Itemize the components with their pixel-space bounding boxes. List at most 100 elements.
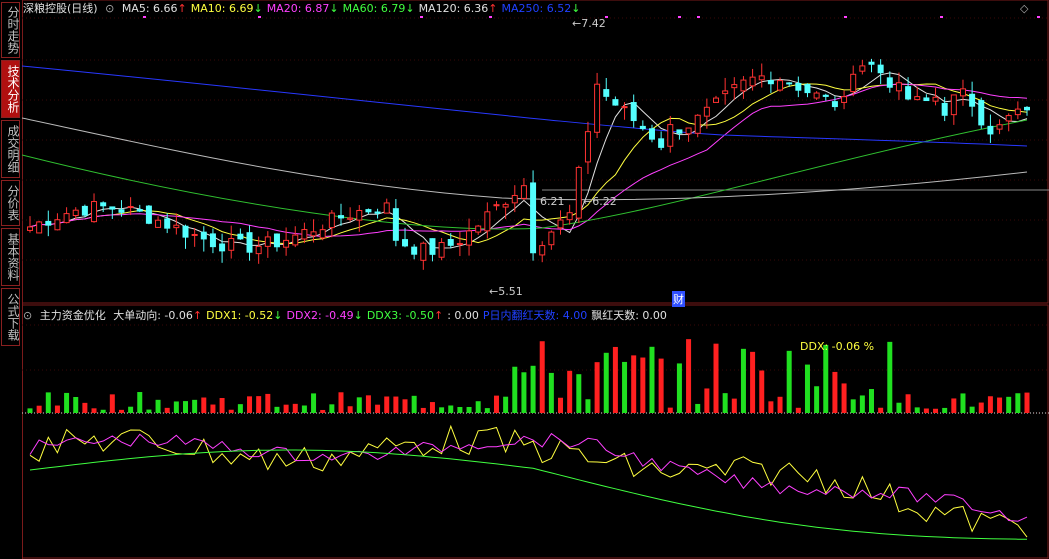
candle-body-34 — [337, 215, 344, 219]
ddx1-line — [29, 424, 1028, 538]
ddx-bar-97 — [914, 407, 920, 413]
candle-body-70 — [667, 124, 674, 147]
ddx-bar-11 — [128, 406, 134, 413]
candle-body-71 — [676, 129, 683, 134]
candle-body-50 — [484, 211, 491, 232]
event-marker-3 — [489, 16, 492, 18]
candle-body-96 — [905, 86, 912, 100]
candle-body-107 — [1005, 115, 1012, 122]
ma20-line — [29, 83, 1028, 238]
candle-body-80 — [758, 75, 765, 81]
stock-title: 深粮控股(日线) — [23, 2, 98, 15]
ddx-legend-3-arrow: ↑ — [433, 309, 444, 322]
ddx-bar-50 — [484, 408, 490, 413]
ddx-bar-98 — [923, 408, 929, 413]
candle-body-63 — [603, 89, 610, 97]
candle-body-97 — [914, 96, 921, 101]
ddx-bar-52 — [503, 396, 509, 413]
indicator-title: 主力资金优化 — [39, 309, 106, 322]
candle-body-99 — [932, 96, 939, 102]
candle-body-45 — [438, 242, 445, 258]
ddx-bar-47 — [457, 407, 463, 413]
candle-body-82 — [777, 80, 784, 91]
candle-body-87 — [822, 94, 829, 97]
candle-body-44 — [429, 238, 436, 255]
candle-body-6 — [81, 205, 88, 216]
tab-price-table-label: 分价表 — [6, 185, 20, 221]
candle-body-40 — [392, 208, 399, 241]
ddx-bar-90 — [850, 399, 856, 413]
candle-body-4 — [63, 213, 70, 224]
ddx-bar-45 — [439, 407, 445, 413]
ddx-bar-95 — [896, 402, 902, 413]
ddx-bar-35 — [347, 406, 353, 413]
candle-body-39 — [383, 202, 390, 214]
tab-intraday-label: 分时走势 — [6, 6, 20, 54]
candle-body-56 — [539, 245, 546, 256]
indicator-dropdown-icon[interactable]: ⊙ — [23, 308, 32, 323]
candle-body-24 — [246, 232, 253, 253]
tab-price-table[interactable]: 分价表 — [1, 180, 20, 226]
candle-body-25 — [255, 245, 262, 255]
ma-legend-4-value: MA120: 6.36 — [418, 2, 489, 15]
mid-price-b-value: 6.22 — [592, 195, 617, 208]
ddx-legend-1-arrow: ↓ — [273, 309, 283, 322]
ddx-bar-72 — [686, 339, 692, 413]
ddx-bar-86 — [814, 386, 820, 413]
ddx-bar-61 — [585, 399, 591, 413]
candle-body-38 — [374, 211, 381, 214]
candle-body-67 — [639, 125, 646, 130]
candle-body-84 — [795, 82, 802, 91]
ddx-bar-30 — [301, 405, 307, 413]
financial-report-marker[interactable]: 财 — [672, 291, 685, 307]
ddx-bar-56 — [539, 341, 545, 413]
ddx-bar-59 — [567, 370, 573, 413]
ddx-bar-46 — [448, 405, 454, 413]
indicator-header: ⊙ 主力资金优化 大单动向: -0.06↑ DDX1: -0.52↓ DDX2: -… — [23, 308, 671, 323]
candle-body-3 — [54, 219, 61, 231]
ddx-bar-16 — [173, 401, 179, 413]
ddx-bar-103 — [969, 406, 975, 413]
tab-formula[interactable]: 公式下载 — [1, 288, 20, 346]
candle-body-36 — [356, 209, 363, 221]
ddx-bar-94 — [887, 341, 893, 413]
ddx-bar-10 — [118, 409, 124, 413]
diamond-icon[interactable]: ◇ — [1020, 2, 1028, 15]
candle-body-106 — [996, 124, 1003, 130]
ddx-bar-106 — [997, 397, 1003, 413]
ddx-bar-6 — [82, 402, 88, 413]
ddx-bar-20 — [210, 404, 216, 413]
ma60-line — [22, 119, 1028, 230]
candle-body-8 — [100, 202, 107, 207]
tab-trades[interactable]: 成交明细 — [1, 120, 20, 178]
candle-body-79 — [749, 76, 756, 87]
ddx-bar-68 — [649, 346, 655, 413]
ddx-bar-70 — [667, 407, 673, 413]
candle-body-22 — [228, 238, 235, 251]
tab-intraday[interactable]: 分时走势 — [1, 2, 20, 58]
ddx-bar-84 — [795, 407, 801, 413]
tab-profile[interactable]: 基本资料 — [1, 228, 20, 286]
dropdown-icon[interactable]: ⊙ — [105, 1, 114, 16]
ddx-bar-series — [27, 339, 1030, 413]
ddx-bar-104 — [978, 402, 984, 413]
candle-body-90 — [850, 73, 857, 93]
ddx-bar-88 — [832, 371, 838, 413]
high-price-label: ←7.42 — [572, 17, 606, 30]
candle-body-10 — [118, 209, 125, 213]
ddx-bar-14 — [155, 399, 161, 413]
ddx-bar-87 — [823, 344, 829, 413]
event-marker-0 — [143, 16, 146, 18]
kline-chart[interactable] — [22, 0, 1049, 559]
candle-body-53 — [511, 194, 518, 204]
candle-body-86 — [813, 92, 820, 99]
ddx-bar-19 — [201, 397, 207, 413]
ddx-bar-60 — [576, 374, 582, 413]
tab-technical[interactable]: 技术分析 — [1, 60, 20, 118]
ddx-legend-6-value: 飘红天数: 0.00 — [591, 309, 667, 322]
ddx-bar-31 — [311, 393, 317, 413]
candle-body-101 — [950, 94, 957, 116]
ma5-line — [29, 72, 1028, 249]
ddx-bar-102 — [960, 393, 966, 413]
candle-body-66 — [630, 102, 637, 122]
